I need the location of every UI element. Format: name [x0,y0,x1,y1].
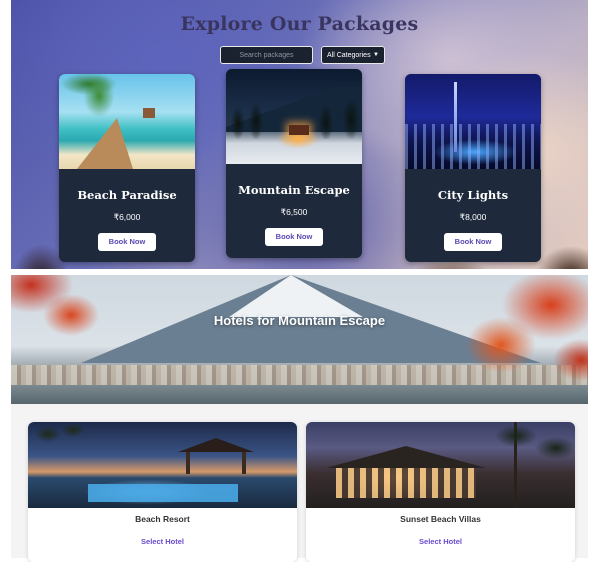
hotels-heading: Hotels for Mountain Escape [213,313,386,328]
select-hotel-button[interactable]: Select Hotel [141,537,184,546]
book-now-button[interactable]: Book Now [444,233,502,251]
book-now-button[interactable]: Book Now [98,233,156,251]
package-card-city-lights: City Lights ₹8,000 Book Now [405,74,541,262]
book-now-button[interactable]: Book Now [265,228,323,246]
hotel-name: Sunset Beach Villas [400,514,481,524]
hotels-hero-banner: Hotels for Mountain Escape [11,275,588,404]
select-hotel-button[interactable]: Select Hotel [419,537,462,546]
hotel-image [306,422,575,508]
hotel-image [28,422,297,508]
hotels-list: Beach Resort Select Hotel Sunset Beach V… [11,404,588,562]
package-name: Beach Paradise [77,188,177,202]
page-title: Explore Our Packages [180,13,419,35]
search-input[interactable] [220,46,313,64]
hotel-card-beach-resort: Beach Resort Select Hotel [28,422,297,562]
package-image [405,74,541,169]
category-select-value: All Categories [327,51,371,59]
packages-section: Explore Our Packages All Categories ▼ Be… [11,0,588,269]
package-price: ₹8,000 [459,212,487,222]
hotel-card-sunset-beach-villas: Sunset Beach Villas Select Hotel [306,422,575,562]
package-card-mountain-escape: Mountain Escape ₹6,500 Book Now [226,69,362,258]
category-select[interactable]: All Categories ▼ [321,46,385,64]
package-price: ₹6,000 [113,212,141,222]
chevron-down-icon: ▼ [373,52,379,58]
hotel-name: Beach Resort [135,514,190,524]
package-name: Mountain Escape [238,183,350,197]
package-image [226,69,362,164]
package-image [59,74,195,169]
package-name: City Lights [437,188,509,202]
package-card-beach-paradise: Beach Paradise ₹6,000 Book Now [59,74,195,262]
package-price: ₹6,500 [280,207,308,217]
